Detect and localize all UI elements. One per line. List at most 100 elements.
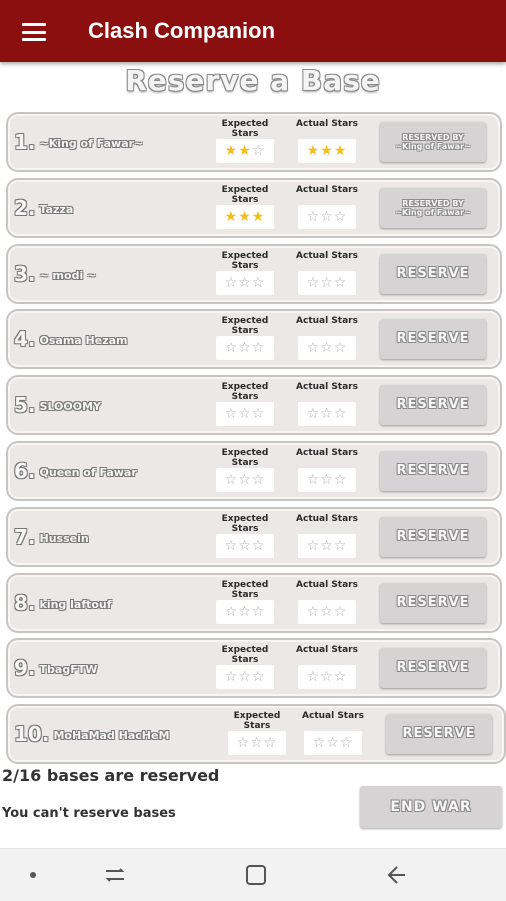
expected-stars-rating[interactable]: ☆☆☆ <box>216 599 274 624</box>
end-war-button[interactable]: END WAR <box>360 786 502 828</box>
app-title: Clash Companion <box>88 18 276 43</box>
star-empty-icon: ☆ <box>224 472 239 488</box>
base-number: 6. <box>14 459 36 483</box>
actual-stars-rating[interactable]: ☆☆☆ <box>304 731 362 756</box>
base-row: 2. Tazza Expected Stars Actual Stars ★★★ ☆☆☆ R… <box>6 177 502 238</box>
expected-stars-label: Expected Stars <box>221 645 269 666</box>
actual-stars-label: Actual Stars <box>296 119 358 129</box>
reserved-by-button[interactable]: RESERVED BY ~King of Fawar~ <box>380 187 486 228</box>
expected-stars-rating[interactable]: ☆☆☆ <box>216 533 274 558</box>
star-empty-icon: ☆ <box>306 472 321 488</box>
star-empty-icon: ☆ <box>320 603 334 620</box>
base-number: 4. <box>14 327 36 352</box>
expected-stars-label: Expected Stars <box>221 579 269 600</box>
expected-stars-rating[interactable]: ☆☆☆ <box>216 336 274 361</box>
star-filled-icon: ★ <box>251 208 266 225</box>
star-empty-icon: ☆ <box>238 537 252 554</box>
reserve-button[interactable]: RESERVE <box>380 319 486 360</box>
base-name: 2. Tazza <box>14 180 73 236</box>
expected-stars-label: Expected Stars <box>221 448 269 468</box>
actual-stars-rating[interactable]: ☆☆☆ <box>298 402 356 427</box>
star-empty-icon: ☆ <box>333 472 348 488</box>
star-empty-icon: ☆ <box>320 406 334 423</box>
expected-stars-label: Expected Stars <box>221 382 269 403</box>
actual-stars-rating[interactable]: ☆☆☆ <box>298 336 356 361</box>
star-empty-icon: ☆ <box>251 537 266 554</box>
base-name: 7. Hussein <box>14 509 89 565</box>
home-icon[interactable] <box>241 861 271 889</box>
reserve-button[interactable]: RESERVE <box>380 648 486 689</box>
system-nav-bar <box>0 848 506 901</box>
base-player-name: Queen of Fawar <box>39 466 137 479</box>
actual-stars-label: Actual Stars <box>296 316 358 327</box>
expected-stars-rating[interactable]: ☆☆☆ <box>216 665 274 690</box>
base-number: 7. <box>14 524 36 549</box>
star-empty-icon: ☆ <box>238 669 252 686</box>
star-empty-icon: ☆ <box>320 274 334 291</box>
star-empty-icon: ☆ <box>236 735 251 752</box>
star-filled-icon: ★ <box>238 208 252 225</box>
expected-stars-rating[interactable]: ☆☆☆ <box>216 270 274 295</box>
reserved-count-text: 2/16 bases are reserved <box>2 766 220 785</box>
reserve-button[interactable]: RESERVE <box>380 516 486 557</box>
star-empty-icon: ☆ <box>251 472 266 488</box>
actual-stars-label: Actual Stars <box>296 579 358 590</box>
expected-stars-rating[interactable]: ☆☆☆ <box>228 731 286 756</box>
base-player-name: king laftouf <box>39 597 112 611</box>
reserve-button[interactable]: RESERVE <box>380 582 486 623</box>
star-empty-icon: ☆ <box>263 735 278 752</box>
reserved-by-button[interactable]: RESERVED BY ~King of Fawar~ <box>380 122 486 162</box>
actual-stars-rating[interactable]: ☆☆☆ <box>298 665 356 690</box>
base-number: 5. <box>14 393 36 418</box>
base-row: 5. SLOOOMY Expected Stars Actual Stars ☆☆☆ ☆☆… <box>6 375 502 436</box>
reserve-button[interactable]: RESERVE <box>380 451 486 491</box>
star-empty-icon: ☆ <box>320 472 334 488</box>
actual-stars-label: Actual Stars <box>296 382 358 393</box>
base-player-name: ~King of Fawar~ <box>39 137 144 150</box>
star-empty-icon: ☆ <box>251 603 266 620</box>
expected-stars-rating[interactable]: ☆☆☆ <box>216 402 274 427</box>
reserved-by-label: RESERVED BY ~King of Fawar~ <box>395 133 471 151</box>
base-player-name: TbagFTW <box>39 663 98 677</box>
star-empty-icon: ☆ <box>326 735 340 752</box>
star-empty-icon: ☆ <box>333 274 348 291</box>
expected-stars-label: Expected Stars <box>221 184 269 205</box>
reserve-button[interactable]: RESERVE <box>380 385 486 426</box>
base-row: 8. king laftouf Expected Stars Actual Stars… <box>6 572 502 633</box>
star-empty-icon: ☆ <box>320 537 334 554</box>
expected-stars-label: Expected Stars <box>221 250 269 271</box>
star-filled-icon: ★ <box>320 143 334 159</box>
star-empty-icon: ☆ <box>224 603 239 620</box>
app-bar: Clash Companion <box>0 0 506 62</box>
base-name: 6. Queen of Fawar <box>14 443 137 499</box>
expected-stars-rating[interactable]: ★★☆ <box>216 139 274 163</box>
actual-stars-rating[interactable]: ☆☆☆ <box>298 270 356 295</box>
star-empty-icon: ☆ <box>306 406 321 423</box>
actual-stars-label: Actual Stars <box>296 513 358 524</box>
expected-stars-rating[interactable]: ☆☆☆ <box>216 468 274 492</box>
actual-stars-label: Actual Stars <box>296 645 358 656</box>
reserve-button[interactable]: RESERVE <box>386 714 492 755</box>
actual-stars-rating[interactable]: ★★★ <box>298 139 356 163</box>
star-empty-icon: ☆ <box>238 406 252 423</box>
reserve-button[interactable]: RESERVE <box>380 253 486 294</box>
hamburger-menu-icon[interactable] <box>22 23 46 41</box>
star-empty-icon: ☆ <box>333 406 348 423</box>
dot-icon[interactable] <box>18 861 48 889</box>
actual-stars-rating[interactable]: ☆☆☆ <box>298 599 356 624</box>
actual-stars-rating[interactable]: ☆☆☆ <box>298 468 356 492</box>
base-name: 3. ~ modi ~ <box>14 246 96 302</box>
star-filled-icon: ★ <box>333 143 348 159</box>
page-title: Reserve a Base <box>125 64 381 97</box>
back-icon[interactable] <box>383 861 413 889</box>
star-empty-icon: ☆ <box>251 406 266 423</box>
star-filled-icon: ★ <box>224 143 239 159</box>
recent-apps-icon[interactable] <box>100 861 130 889</box>
expected-stars-rating[interactable]: ★★★ <box>216 204 274 229</box>
base-player-name: ~ modi ~ <box>39 268 97 282</box>
star-empty-icon: ☆ <box>306 274 321 291</box>
base-number: 2. <box>14 195 36 220</box>
actual-stars-rating[interactable]: ☆☆☆ <box>298 204 356 229</box>
actual-stars-rating[interactable]: ☆☆☆ <box>298 533 356 558</box>
actual-stars-label: Actual Stars <box>302 711 364 722</box>
